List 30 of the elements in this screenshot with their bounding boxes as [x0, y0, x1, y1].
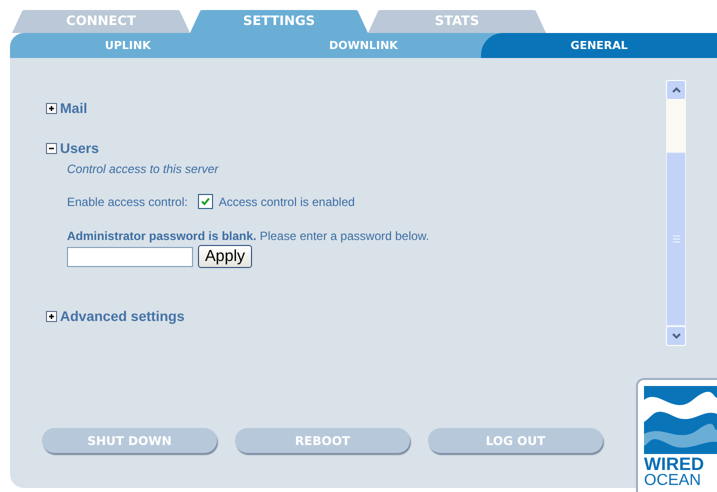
field-label: Enable access control:: [67, 194, 188, 208]
password-notice: Administrator password is blank. Please enter a password below.: [67, 229, 430, 243]
action-button[interactable]: REBOOT: [235, 428, 410, 453]
check-icon: [198, 195, 212, 208]
section-description: Control access to this server: [67, 162, 220, 176]
chevron-up-icon: [672, 87, 680, 93]
action-button[interactable]: SHUT DOWN: [42, 428, 217, 453]
expand-icon[interactable]: [46, 102, 57, 114]
section-title[interactable]: Mail: [60, 100, 88, 116]
tab[interactable]: SETTINGS: [190, 10, 368, 33]
section-title[interactable]: Users: [60, 140, 99, 156]
scroll-down-button[interactable]: [666, 326, 686, 346]
checkbox[interactable]: [198, 194, 213, 209]
section-title[interactable]: Advanced settings: [60, 308, 184, 324]
sub-tab[interactable]: UPLINK: [10, 33, 246, 58]
sub-tab[interactable]: GENERAL: [481, 33, 717, 58]
scroll-up-button[interactable]: [666, 80, 686, 100]
action-button[interactable]: LOG OUT: [428, 428, 603, 453]
tab[interactable]: CONNECT: [12, 10, 190, 33]
scrollbar-thumb[interactable]: [666, 152, 686, 326]
tab[interactable]: STATS: [368, 10, 546, 33]
expand-icon[interactable]: [46, 310, 57, 322]
apply-button[interactable]: Apply: [198, 245, 252, 268]
collapse-icon[interactable]: [46, 142, 57, 154]
logo-text: OCEAN: [644, 473, 702, 489]
checkbox-label: Access control is enabled: [218, 194, 355, 208]
chevron-down-icon: [672, 333, 680, 339]
sub-tab[interactable]: DOWNLINK: [246, 33, 482, 58]
logo-text: WIRED: [644, 456, 705, 473]
password-field[interactable]: [67, 246, 193, 266]
